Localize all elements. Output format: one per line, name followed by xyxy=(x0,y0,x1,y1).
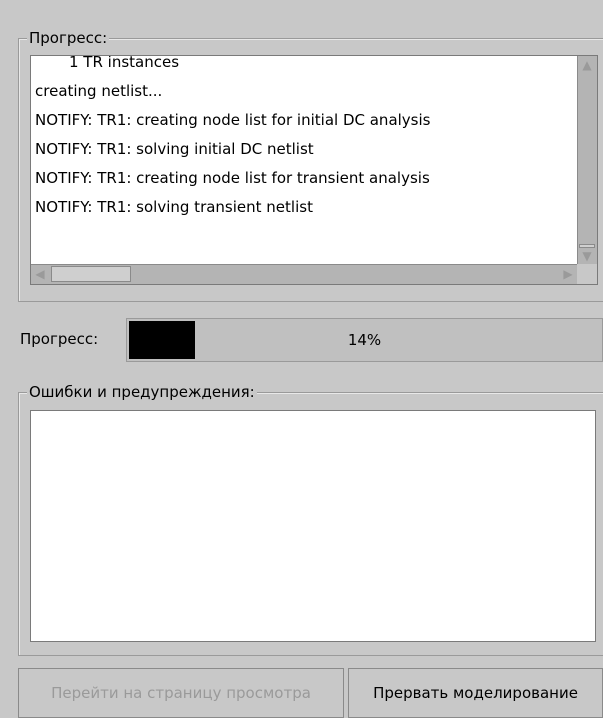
progress-row: Прогресс: 14% xyxy=(18,318,603,362)
scroll-up-arrow-icon[interactable]: ▲ xyxy=(578,56,596,74)
scroll-right-arrow-icon[interactable]: ▶ xyxy=(559,265,577,283)
progress-bar: 14% xyxy=(126,318,603,362)
log-groupbox-title: Прогресс: xyxy=(27,29,110,47)
scroll-left-arrow-icon[interactable]: ◀ xyxy=(31,265,49,283)
errors-groupbox-title: Ошибки и предупреждения: xyxy=(27,383,257,401)
log-vertical-scrollbar[interactable]: ▲ ▼ xyxy=(577,56,597,265)
progress-percent: 14% xyxy=(347,331,382,349)
log-line: creating netlist... xyxy=(35,82,163,100)
errors-text-area[interactable] xyxy=(30,410,596,642)
log-line: NOTIFY: TR1: solving transient netlist xyxy=(35,198,313,216)
scrollbar-corner xyxy=(577,264,597,284)
log-text-area[interactable]: 1 TR instances creating netlist... NOTIF… xyxy=(30,55,598,285)
log-line: NOTIFY: TR1: creating node list for init… xyxy=(35,111,431,129)
log-line: 1 TR instances xyxy=(69,55,180,71)
log-lines: 1 TR instances creating netlist... NOTIF… xyxy=(35,55,575,222)
scroll-down-arrow-icon[interactable]: ▼ xyxy=(578,247,596,265)
view-page-button[interactable]: Перейти на страницу просмотра xyxy=(18,668,344,718)
progress-label: Прогресс: xyxy=(20,330,99,348)
log-line: NOTIFY: TR1: creating node list for tran… xyxy=(35,169,430,187)
abort-simulation-button[interactable]: Прервать моделирование xyxy=(348,668,603,718)
horizontal-scroll-thumb[interactable] xyxy=(51,266,131,282)
log-horizontal-scrollbar[interactable]: ◀ ▶ xyxy=(31,264,577,284)
log-line: NOTIFY: TR1: solving initial DC netlist xyxy=(35,140,314,158)
